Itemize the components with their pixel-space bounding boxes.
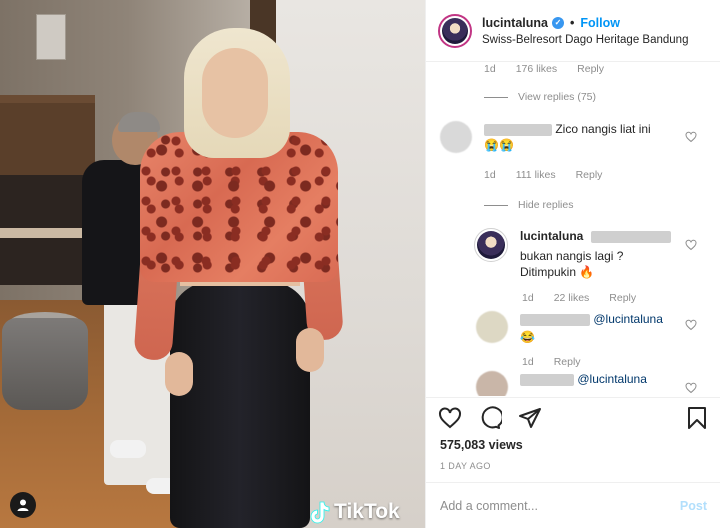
dancer-pants — [170, 282, 310, 528]
reply-meta: 1d Reply — [522, 356, 581, 368]
comment-likes[interactable]: 176 likes — [516, 63, 557, 75]
verified-badge-icon: ✓ — [551, 16, 564, 29]
author-avatar[interactable] — [438, 13, 472, 48]
commenter-avatar-blurred[interactable] — [440, 121, 472, 153]
background-person-cap — [118, 112, 160, 132]
comment-time: 1d — [484, 169, 496, 181]
comment-item: Zico nangis liat ini 😭😭 — [440, 121, 684, 153]
comment-meta: 1d 176 likes Reply — [484, 63, 604, 75]
tiktok-watermark: TikTok — [308, 500, 400, 524]
reply-emoji: 🔥 — [579, 265, 595, 279]
background-shelf — [0, 95, 95, 175]
comments-list[interactable]: 1d 176 likes Reply View replies (75) Zic… — [426, 63, 720, 396]
tiktok-watermark-label: TikTok — [334, 500, 400, 523]
reply-username-blurred[interactable] — [520, 373, 574, 386]
reply-item: lucintaluna bukan nangis lagi ? Ditimpuk… — [474, 228, 700, 280]
user-icon — [17, 499, 29, 511]
reply-text: bukan nangis lagi ? Ditimpukin — [520, 249, 624, 279]
reply-author-username[interactable]: lucintaluna — [520, 229, 583, 243]
reply-emoji: 😂 — [520, 330, 535, 344]
tagged-user-icon[interactable] — [10, 492, 36, 518]
reply-body: lucintaluna — [520, 228, 700, 244]
comment-body: Zico nangis liat ini — [484, 121, 684, 137]
separator-dot: • — [569, 15, 575, 30]
like-reply-heart-icon[interactable] — [685, 239, 697, 251]
view-replies-label: View replies (75) — [518, 91, 597, 103]
like-comment-heart-icon[interactable] — [685, 131, 697, 143]
reply-time: 1d — [522, 356, 534, 368]
post-video[interactable]: TikTok — [0, 0, 425, 528]
add-comment-bar: Post — [426, 482, 720, 528]
comment-bubble-icon[interactable] — [478, 406, 504, 430]
comment-likes[interactable]: 111 likes — [516, 169, 556, 181]
divider-line — [484, 96, 508, 98]
stool — [2, 318, 88, 410]
save-bookmark-icon[interactable] — [685, 406, 709, 430]
reply-reply-button[interactable]: Reply — [554, 356, 581, 368]
hide-replies-button[interactable]: Hide replies — [484, 199, 573, 211]
reply-reply-button[interactable]: Reply — [609, 292, 636, 304]
reply-likes[interactable]: 22 likes — [554, 292, 590, 304]
share-paper-plane-icon[interactable] — [518, 406, 542, 430]
reply-mention[interactable]: @lucintaluna — [593, 312, 663, 326]
reply-mention[interactable]: @lucintaluna — [577, 372, 647, 386]
dancer-face — [202, 48, 268, 138]
reply-body: @lucintaluna — [520, 371, 710, 387]
reply-avatar-blurred[interactable] — [476, 311, 508, 343]
hide-replies-label: Hide replies — [518, 199, 574, 211]
tiktok-logo-icon — [310, 501, 330, 524]
like-heart-icon[interactable] — [438, 406, 462, 430]
reply-username-blurred[interactable] — [520, 313, 590, 326]
comment-reply-button[interactable]: Reply — [577, 63, 604, 75]
reply-avatar-blurred[interactable] — [476, 371, 508, 396]
reply-text-block: bukan nangis lagi ? Ditimpukin 🔥 — [520, 248, 650, 280]
like-reply-heart-icon[interactable] — [685, 382, 697, 394]
post-header: lucintaluna ✓ • Follow Swiss-Belresort D… — [426, 0, 720, 62]
post-date[interactable]: 1 DAY AGO — [440, 461, 491, 471]
reply-time: 1d — [522, 292, 534, 304]
reply-item: @lucintaluna — [476, 371, 710, 396]
comment-meta: 1d 111 likes Reply — [484, 169, 602, 181]
comment-emoji: 😭😭 — [484, 138, 514, 152]
add-comment-input[interactable] — [440, 498, 680, 513]
background-counter — [0, 228, 88, 238]
dancer-hand-right — [296, 328, 324, 372]
reply-meta: 1d 22 likes Reply — [522, 292, 636, 304]
comment-reply-button[interactable]: Reply — [576, 169, 603, 181]
follow-button[interactable]: Follow — [580, 16, 620, 30]
reply-author-avatar[interactable] — [474, 228, 508, 262]
post-actions: 575,083 views 1 DAY AGO — [426, 397, 720, 489]
divider-line — [484, 204, 508, 206]
background-person-shoe — [110, 440, 146, 458]
view-count[interactable]: 575,083 views — [440, 438, 523, 452]
comment-time: 1d — [484, 63, 496, 75]
like-reply-heart-icon[interactable] — [685, 319, 697, 331]
author-username[interactable]: lucintaluna — [482, 16, 548, 30]
post-comment-button[interactable]: Post — [680, 499, 707, 513]
commenter-username-blurred[interactable] — [484, 123, 552, 136]
air-vent — [36, 14, 66, 60]
post-side-panel: lucintaluna ✓ • Follow Swiss-Belresort D… — [425, 0, 720, 528]
mentioned-user-blurred[interactable] — [590, 230, 671, 243]
dancer-hand-left — [165, 352, 193, 396]
view-replies-button[interactable]: View replies (75) — [484, 91, 596, 103]
reply-body: @lucintaluna — [520, 311, 710, 327]
post-location[interactable]: Swiss-Belresort Dago Heritage Bandung — [482, 34, 688, 46]
reply-item: @lucintaluna 😂 — [476, 311, 710, 345]
comment-text: Zico nangis liat ini — [555, 122, 651, 136]
